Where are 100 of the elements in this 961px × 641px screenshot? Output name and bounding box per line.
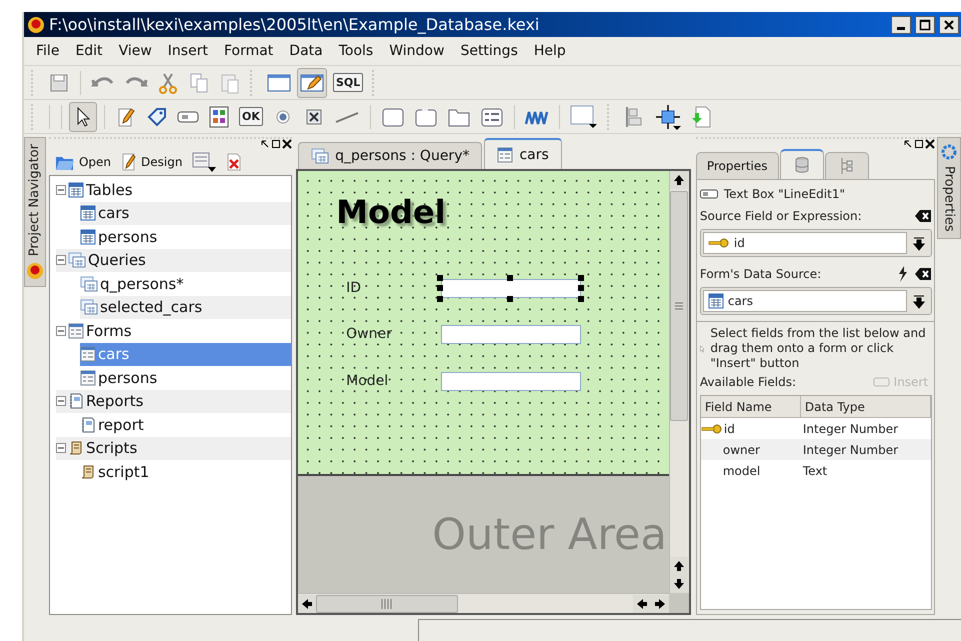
sub-form-icon xyxy=(480,106,504,128)
tree-item[interactable]: cars xyxy=(80,202,292,225)
clear-icon xyxy=(914,267,932,281)
view-button[interactable] xyxy=(297,68,327,98)
collapse-icon xyxy=(56,396,66,406)
arrow-left-icon xyxy=(636,598,648,610)
open-button[interactable]: Open xyxy=(52,153,113,171)
arrow-up-icon xyxy=(673,560,686,572)
page-arrow-icon xyxy=(690,104,712,128)
data-source-combo[interactable]: cars xyxy=(700,287,932,315)
tree-item[interactable]: persons xyxy=(80,366,292,390)
table-cell: id xyxy=(700,422,801,436)
query-icon xyxy=(311,148,330,164)
properties-tab[interactable]: Properties xyxy=(937,137,961,239)
table-icon xyxy=(80,228,96,245)
minimize-icon xyxy=(897,27,905,30)
project-navigator-tab[interactable]: Project Navigator xyxy=(24,137,46,288)
collapse-icon xyxy=(56,443,66,454)
close-button[interactable] xyxy=(939,16,959,34)
grip-icon[interactable] xyxy=(674,302,684,310)
table-cell-text: Text xyxy=(802,464,828,478)
form-icon xyxy=(80,370,96,386)
source-field-label: Source Field or Expression: xyxy=(700,209,862,223)
column-header[interactable]: Field Name xyxy=(700,396,801,418)
grip-icon[interactable] xyxy=(381,598,394,608)
field-label: Owner xyxy=(346,326,392,342)
menu-item[interactable]: Settings xyxy=(452,43,526,59)
property-tab[interactable]: Properties xyxy=(696,152,779,179)
drag-hint-text: Select fields from the list below and drag them onto a form or click "Insert" button xyxy=(710,326,927,371)
menu-item[interactable]: Data xyxy=(281,43,331,59)
scissors-icon xyxy=(159,72,177,94)
pointer-icon xyxy=(75,106,91,126)
pencil-icon xyxy=(117,106,135,128)
document-tab[interactable]: q_persons : Query* xyxy=(298,142,482,169)
scroll-icon xyxy=(80,464,96,480)
form-icon xyxy=(497,146,514,162)
text-box[interactable] xyxy=(441,279,582,298)
new-object-button[interactable] xyxy=(190,151,218,173)
arrow-right-icon xyxy=(654,598,666,610)
tree-item[interactable]: script1 xyxy=(80,460,292,484)
window-icon xyxy=(267,72,291,92)
source-field-combo[interactable]: id xyxy=(700,229,932,257)
gear-icon xyxy=(941,144,958,160)
menu-item[interactable]: Window xyxy=(381,43,452,59)
column-header[interactable]: Data Type xyxy=(800,396,932,418)
label-icon xyxy=(209,106,229,128)
tree-item[interactable]: persons xyxy=(80,225,292,248)
field-row[interactable]: owner Integer Number xyxy=(700,439,932,460)
new-table-icon xyxy=(192,151,216,173)
tree-item[interactable]: Queries xyxy=(56,248,292,272)
menu-item[interactable]: View xyxy=(110,43,160,59)
selection-handles-drawing[interactable] xyxy=(437,275,586,302)
table-cell-text: owner xyxy=(722,442,761,456)
form-icon xyxy=(80,346,96,362)
property-tab[interactable] xyxy=(824,152,869,179)
delete-icon xyxy=(226,152,242,172)
maximize-icon xyxy=(919,18,931,30)
tag-icon xyxy=(146,106,168,126)
vertical-scrollbar[interactable] xyxy=(668,171,689,593)
tree-item[interactable]: report xyxy=(80,413,292,436)
undock-icon xyxy=(903,139,914,149)
tree-item[interactable]: selected_cars xyxy=(80,296,292,319)
tree-item[interactable]: Tables xyxy=(56,178,292,202)
document-tab[interactable]: cars xyxy=(484,138,562,169)
menu-item[interactable]: Help xyxy=(526,43,574,59)
table-cell-text: Integer Number xyxy=(802,422,900,436)
menu-item[interactable]: Edit xyxy=(67,43,111,59)
widget-tool-button[interactable] xyxy=(69,102,97,132)
checkbox-icon xyxy=(306,108,322,124)
window-dropdown-icon xyxy=(570,104,598,128)
app-logo-icon xyxy=(26,262,44,280)
close-icon xyxy=(282,139,292,149)
query-icon xyxy=(80,276,98,292)
form-icon xyxy=(68,322,84,339)
menu-item[interactable]: Format xyxy=(216,43,282,59)
report-icon xyxy=(68,393,84,410)
menu-item[interactable]: Insert xyxy=(160,43,216,59)
radio-icon xyxy=(274,108,291,124)
collapse-icon xyxy=(56,326,66,336)
tree-item[interactable]: Reports xyxy=(56,390,292,413)
minimize-button[interactable] xyxy=(891,16,911,34)
clear-icon xyxy=(914,209,932,223)
maximize-button[interactable] xyxy=(915,16,935,34)
tree-item[interactable]: Scripts xyxy=(56,436,292,460)
undock-icon xyxy=(260,139,270,149)
menu-item[interactable]: File xyxy=(28,43,68,59)
window-title: F:\oo\install\kexi\examples\2005lt\en\Example_Database.kexi xyxy=(49,15,540,34)
horizontal-scrollbar[interactable] xyxy=(298,593,669,613)
form-title: Model xyxy=(336,193,446,231)
report-icon xyxy=(80,416,96,433)
arrow-down-icon xyxy=(673,578,686,590)
design-button[interactable]: Design xyxy=(119,152,184,172)
available-fields-label: Available Fields: xyxy=(700,375,796,389)
tree-item[interactable]: q_persons* xyxy=(80,272,292,296)
menu-item[interactable]: Tools xyxy=(330,43,382,59)
widget-name: Text Box "LineEdit1" xyxy=(724,187,845,201)
float-icon xyxy=(271,139,282,149)
tree-item[interactable]: Forms xyxy=(56,319,292,342)
property-tab[interactable] xyxy=(780,149,824,179)
resize-arrows-icon xyxy=(654,104,681,130)
